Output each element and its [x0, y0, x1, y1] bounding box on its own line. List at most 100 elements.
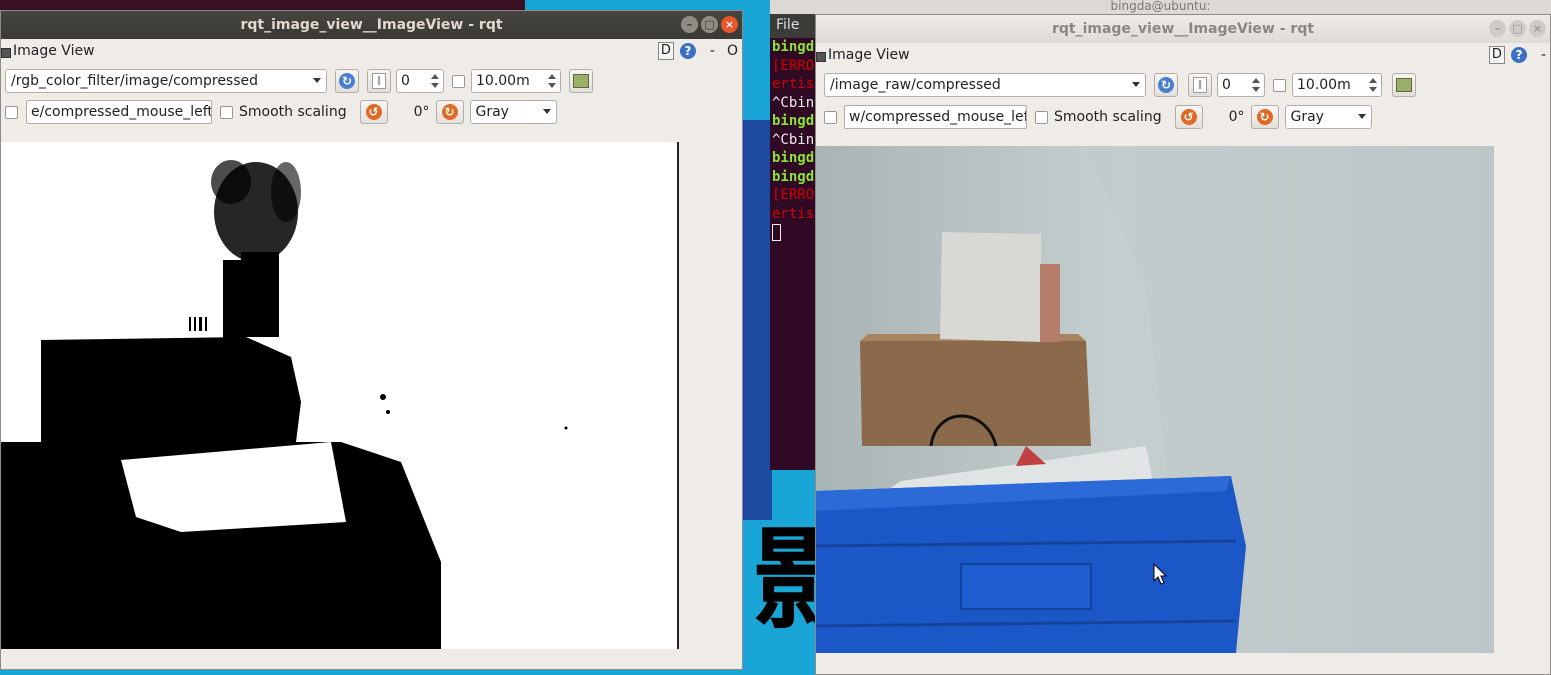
rotate-left-button[interactable]: ↺: [359, 100, 388, 124]
right-window-titlebar[interactable]: rqt_image_view__ImageView - rqt – □ ×: [816, 15, 1550, 43]
pause-icon: ‖: [372, 73, 386, 89]
plugin-icon: [816, 52, 826, 62]
terminal-line: ertis: [772, 205, 815, 222]
terminal-line: ^Cbin: [772, 131, 815, 148]
terminal-cursor: [772, 223, 781, 241]
maximize-button[interactable]: □: [1509, 20, 1526, 37]
raw-camera-image-view[interactable]: [816, 146, 1494, 653]
refresh-icon: ↻: [1158, 77, 1174, 93]
terminal-line: ^Cbin: [772, 94, 815, 111]
close-plugin-button[interactable]: O: [727, 43, 738, 59]
rotate-left-icon: ↺: [1180, 109, 1197, 125]
spin-arrows-icon[interactable]: [429, 71, 441, 91]
dynamic-range-checkbox[interactable]: [1273, 78, 1286, 92]
topic-select[interactable]: /image_raw/compressed: [824, 73, 1146, 97]
dock-button[interactable]: D: [1488, 46, 1505, 64]
dynamic-range-checkbox[interactable]: [452, 74, 465, 88]
save-image-icon: [1396, 78, 1412, 92]
spin-arrows-icon[interactable]: [1367, 75, 1379, 95]
left-window-controls: – □ ×: [681, 16, 738, 33]
publish-click-checkbox[interactable]: [824, 110, 837, 124]
terminal-menu-file[interactable]: File: [776, 17, 799, 33]
rotate-left-icon: ↺: [365, 104, 382, 120]
minimize-plugin-button[interactable]: -: [710, 43, 715, 59]
minimize-plugin-button[interactable]: -: [1541, 47, 1546, 63]
right-toolbar-row1: /image_raw/compressed ↻ ‖ 0 10.00m: [824, 71, 1416, 99]
left-plugin-controls: D ? - O: [657, 42, 738, 60]
rotate-right-button[interactable]: ↻: [435, 100, 464, 124]
mouse-click-topic-value: w/compressed_mouse_left: [849, 109, 1027, 125]
help-icon[interactable]: ?: [1510, 47, 1527, 63]
timeout-spinbox[interactable]: 10.00m: [471, 69, 561, 93]
color-scheme-select[interactable]: Gray: [469, 100, 557, 124]
desktop-wallpaper-glyph: 影: [752, 520, 822, 644]
refresh-topics-button[interactable]: ↻: [1154, 73, 1178, 97]
left-toolbar-row1: /rgb_color_filter/image/compressed ↻ ‖ 0…: [5, 67, 593, 95]
left-toolbar-row2: e/compressed_mouse_left Smooth scaling ↺…: [5, 98, 557, 126]
terminal-line: bingd: [772, 39, 815, 55]
color-scheme-value: Gray: [475, 104, 509, 120]
color-scheme-select[interactable]: Gray: [1284, 105, 1372, 129]
pause-button[interactable]: ‖: [1188, 73, 1212, 97]
save-image-button[interactable]: [569, 69, 593, 93]
topic-select-value: /rgb_color_filter/image/compressed: [11, 73, 259, 89]
right-toolbar-row2: w/compressed_mouse_left Smooth scaling ↺…: [824, 103, 1372, 131]
right-window-title: rqt_image_view__ImageView - rqt: [1051, 21, 1315, 37]
color-scheme-value: Gray: [1290, 109, 1324, 125]
chevron-down-icon: [1357, 114, 1366, 119]
timeout-spinbox-value: 10.00m: [1297, 77, 1351, 93]
rotate-right-icon: ↻: [1256, 109, 1273, 125]
spin-arrows-icon[interactable]: [1250, 75, 1262, 95]
rotate-right-button[interactable]: ↻: [1250, 105, 1279, 129]
timeout-spinbox-value: 10.00m: [476, 73, 530, 89]
terminal-output: bingd [ERRO ertis ^Cbin bingd ^Cbin bing…: [772, 38, 814, 242]
filtered-image-view[interactable]: [1, 142, 679, 649]
help-icon[interactable]: ?: [679, 43, 696, 59]
save-image-button[interactable]: [1392, 73, 1416, 97]
frame-spinbox[interactable]: 0: [1217, 73, 1265, 97]
smooth-scaling-checkbox[interactable]: [1035, 110, 1048, 124]
rotate-right-icon: ↻: [441, 104, 458, 120]
rotation-label: 0°: [1228, 109, 1245, 125]
plugin-icon: [1, 48, 11, 58]
left-window-titlebar[interactable]: rqt_image_view__ImageView - rqt – □ ×: [1, 11, 742, 39]
frame-spinbox-value: 0: [401, 73, 410, 89]
terminal-line: [ERRO: [772, 57, 815, 74]
desktop-dark-strip: [0, 0, 525, 10]
right-image-view-window[interactable]: rqt_image_view__ImageView - rqt – □ × Im…: [815, 14, 1551, 675]
refresh-topics-button[interactable]: ↻: [335, 69, 359, 93]
close-button[interactable]: ×: [721, 16, 738, 33]
terminal-line: bingd: [772, 150, 815, 166]
save-image-icon: [573, 74, 589, 88]
chevron-down-icon: [542, 109, 551, 114]
terminal-line: [ERRO: [772, 187, 815, 203]
dock-button[interactable]: D: [657, 42, 674, 60]
mouse-click-topic-input[interactable]: e/compressed_mouse_left: [26, 100, 212, 124]
spin-arrows-icon[interactable]: [546, 71, 558, 91]
right-plugin-header: Image View D ? -: [816, 43, 1550, 69]
publish-click-checkbox[interactable]: [5, 105, 18, 119]
rotate-left-button[interactable]: ↺: [1174, 105, 1203, 129]
terminal-line: bingd: [772, 168, 815, 185]
chevron-down-icon: [1132, 82, 1140, 87]
left-window-title: rqt_image_view__ImageView - rqt: [240, 17, 503, 33]
topic-select[interactable]: /rgb_color_filter/image/compressed: [5, 69, 327, 93]
refresh-icon: ↻: [339, 73, 355, 89]
desktop-blue-band: [742, 120, 772, 520]
rotation-label: 0°: [413, 104, 430, 120]
right-window-controls: – □ ×: [1489, 20, 1546, 37]
close-button[interactable]: ×: [1529, 20, 1546, 37]
terminal-line: bingd: [772, 113, 815, 129]
mouse-click-topic-input[interactable]: w/compressed_mouse_left: [844, 105, 1027, 129]
smooth-scaling-checkbox[interactable]: [220, 105, 233, 119]
mouse-click-topic-value: e/compressed_mouse_left: [31, 104, 212, 120]
pause-button[interactable]: ‖: [367, 69, 391, 93]
minimize-button[interactable]: –: [681, 16, 698, 33]
frame-spinbox[interactable]: 0: [396, 69, 444, 93]
left-image-view-window[interactable]: rqt_image_view__ImageView - rqt – □ × Im…: [0, 10, 743, 670]
frame-spinbox-value: 0: [1222, 77, 1231, 93]
binary-mask-image: [1, 142, 677, 649]
timeout-spinbox[interactable]: 10.00m: [1292, 73, 1382, 97]
minimize-button[interactable]: –: [1489, 20, 1506, 37]
maximize-button[interactable]: □: [701, 16, 718, 33]
